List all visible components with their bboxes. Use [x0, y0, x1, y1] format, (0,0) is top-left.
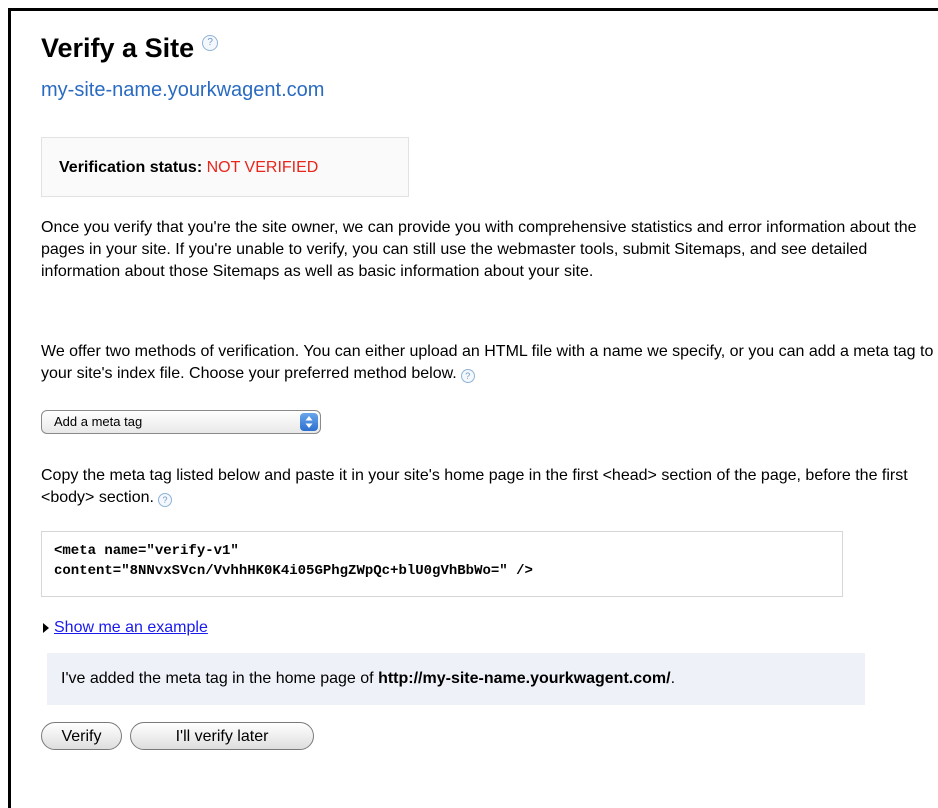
verify-button[interactable]: Verify	[41, 722, 122, 750]
verification-status-box: Verification status: NOT VERIFIED	[41, 137, 409, 197]
status-value: NOT VERIFIED	[206, 159, 319, 176]
verify-later-button[interactable]: I'll verify later	[130, 722, 314, 750]
show-example-row: Show me an example	[41, 619, 208, 637]
title-row: Verify a Site ?	[41, 32, 219, 64]
meta-tag-code-box[interactable]: <meta name="verify-v1" content="8NNvxSVc…	[41, 531, 843, 597]
status-label: Verification status:	[59, 159, 203, 176]
confirmation-bar: I've added the meta tag in the home page…	[47, 653, 865, 705]
meta-tag-line-2: content="8NNvxSVcn/VvhhHK0K4i05GPhgZWpQc…	[54, 563, 533, 579]
intro-paragraph: Once you verify that you're the site own…	[41, 217, 938, 283]
methods-text: We offer two methods of verification. Yo…	[41, 343, 934, 382]
site-name: my-site-name.yourkwagent.com	[41, 79, 325, 101]
methods-paragraph: We offer two methods of verification. Yo…	[41, 341, 938, 385]
page-title: Verify a Site	[41, 33, 195, 63]
confirmation-suffix: .	[670, 670, 676, 687]
verification-method-select[interactable]: Add a meta tag	[41, 410, 321, 434]
help-icon[interactable]: ?	[460, 369, 475, 383]
intro-text: Once you verify that you're the site own…	[41, 219, 917, 280]
help-icon[interactable]: ?	[202, 35, 219, 51]
select-value: Add a meta tag	[54, 414, 143, 429]
updown-arrows-icon	[305, 416, 313, 428]
meta-tag-line-1: <meta name="verify-v1"	[54, 543, 239, 559]
disclosure-triangle-icon[interactable]	[43, 623, 49, 633]
meta-tag-code[interactable]: <meta name="verify-v1" content="8NNvxSVc…	[54, 541, 830, 581]
copy-instructions-paragraph: Copy the meta tag listed below and paste…	[41, 465, 938, 509]
confirmation-url: http://my-site-name.yourkwagent.com/	[378, 670, 671, 687]
select-arrows-icon	[300, 413, 318, 431]
help-icon[interactable]: ?	[157, 493, 172, 507]
page-frame: Verify a Site ? my-site-name.yourkwagent…	[8, 8, 938, 808]
confirmation-prefix: I've added the meta tag in the home page…	[61, 670, 379, 687]
show-example-link[interactable]: Show me an example	[54, 619, 208, 637]
verification-status: Verification status: NOT VERIFIED	[59, 159, 318, 177]
